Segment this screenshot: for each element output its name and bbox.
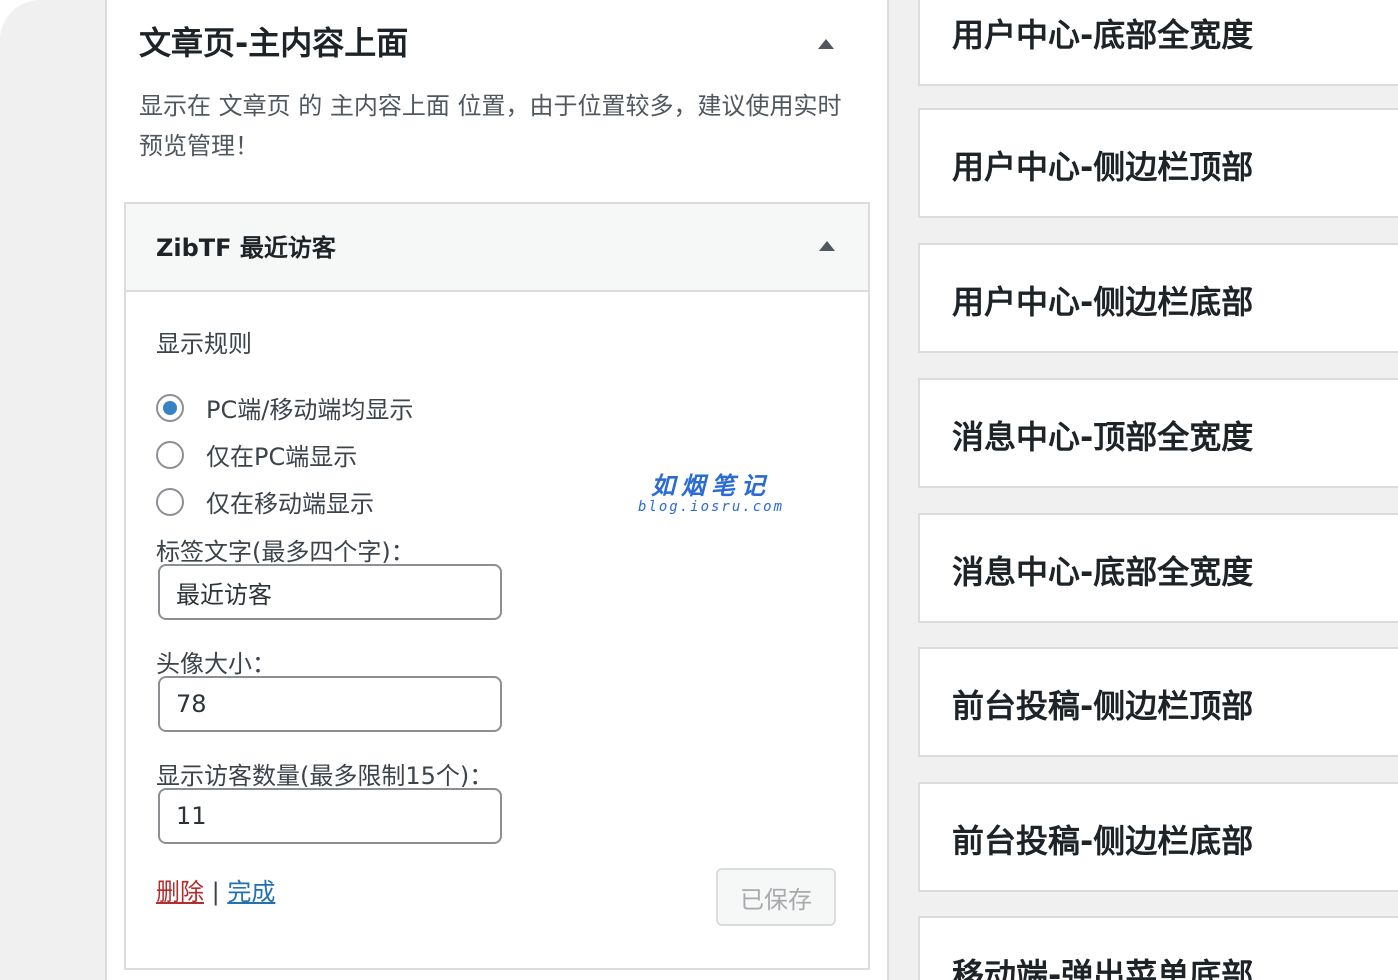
radio-button[interactable] — [156, 487, 184, 516]
tag-text-input[interactable] — [158, 564, 502, 620]
avatar-size-label: 头像大小： — [156, 650, 276, 678]
sidebar-area-title: 前台投稿-侧边栏底部 — [952, 822, 1254, 860]
radio-button-checked[interactable] — [156, 393, 184, 422]
watermark-main-text: 如烟笔记 — [651, 471, 771, 500]
saved-button[interactable]: 已保存 — [716, 868, 836, 926]
radio-dot-icon — [163, 400, 177, 415]
widget-area-description: 显示在 文章页 的 主内容上面 位置，由于位置较多，建议使用实时预览管理！ — [139, 92, 842, 160]
widget-recent-visitors: ZibTF 最近访客 显示规则 PC端/移动端均显示 仅在PC端显示 仅在移动端… — [124, 202, 870, 970]
sidebar-area-item[interactable]: 消息中心-顶部全宽度 — [918, 378, 1398, 488]
sidebar-area-title: 用户中心-侧边栏顶部 — [952, 148, 1254, 186]
sidebar-area-item[interactable]: 用户中心-侧边栏顶部 — [918, 108, 1398, 218]
sidebar-area-title: 前台投稿-侧边栏顶部 — [952, 687, 1254, 725]
widget-actions: 删除 | 完成 — [156, 872, 275, 907]
done-link[interactable]: 完成 — [227, 878, 275, 906]
sidebar-area-title: 用户中心-底部全宽度 — [952, 16, 1254, 54]
tag-text-label: 标签文字(最多四个字)： — [156, 538, 415, 566]
sidebar-area-item[interactable]: 前台投稿-侧边栏底部 — [918, 782, 1398, 892]
delete-link[interactable]: 删除 — [156, 878, 204, 906]
collapse-widget-toggle[interactable] — [816, 236, 838, 256]
triangle-up-icon — [819, 241, 835, 251]
radio-option-all[interactable]: PC端/移动端均显示 — [156, 390, 413, 425]
sidebar-area-item[interactable]: 用户中心-底部全宽度 — [918, 0, 1398, 86]
window-frame: 文章页-主内容上面 显示在 文章页 的 主内容上面 位置，由于位置较多，建议使用… — [0, 0, 1398, 980]
avatar-size-input[interactable] — [158, 676, 502, 732]
radio-label[interactable]: PC端/移动端均显示 — [206, 390, 413, 425]
triangle-up-icon — [818, 39, 834, 49]
radio-option-mobile[interactable]: 仅在移动端显示 — [156, 484, 374, 519]
sidebar-area-item[interactable]: 移动端-弹出菜单底部 — [918, 916, 1398, 980]
widget-area-title[interactable]: 文章页-主内容上面 — [139, 18, 408, 64]
sidebar-area-title: 消息中心-底部全宽度 — [952, 553, 1254, 591]
radio-label[interactable]: 仅在PC端显示 — [206, 437, 357, 472]
sidebar-area-item[interactable]: 消息中心-底部全宽度 — [918, 513, 1398, 623]
radio-label[interactable]: 仅在移动端显示 — [206, 484, 374, 519]
watermark-url-text: blog.iosru.com — [638, 499, 785, 515]
radio-button[interactable] — [156, 440, 184, 469]
separator: | — [211, 878, 220, 906]
display-rule-label: 显示规则 — [156, 330, 252, 358]
watermark-logo: 如烟笔记 blog.iosru.com — [638, 466, 784, 515]
sidebar-area-title: 消息中心-顶部全宽度 — [952, 418, 1254, 456]
radio-option-pc[interactable]: 仅在PC端显示 — [156, 437, 357, 472]
sidebar-area-title: 移动端-弹出菜单底部 — [952, 956, 1254, 980]
visitor-count-input[interactable] — [158, 788, 502, 844]
widget-header[interactable]: ZibTF 最近访客 — [126, 204, 868, 292]
sidebar-area-item[interactable]: 前台投稿-侧边栏顶部 — [918, 647, 1398, 757]
visitor-count-label: 显示访客数量(最多限制15个)： — [156, 762, 494, 790]
sidebar-area-title: 用户中心-侧边栏底部 — [952, 283, 1254, 321]
collapse-area-toggle[interactable] — [815, 34, 837, 54]
widget-title: ZibTF 最近访客 — [156, 234, 336, 262]
sidebar-area-item[interactable]: 用户中心-侧边栏底部 — [918, 243, 1398, 353]
